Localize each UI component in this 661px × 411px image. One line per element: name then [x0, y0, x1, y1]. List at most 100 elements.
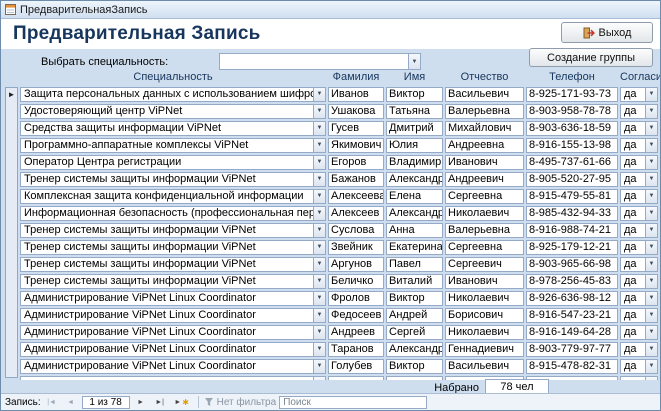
surname-cell[interactable]: Суслова — [328, 223, 384, 238]
surname-cell[interactable]: Голубев — [328, 359, 384, 374]
phone-cell[interactable]: 8-903-779-97-77 — [526, 342, 618, 357]
phone-cell[interactable]: 8-978-256-45-83 — [526, 274, 618, 289]
combo-arrow-icon[interactable]: ▼ — [645, 105, 657, 118]
phone-cell[interactable]: 8-916-547-23-21 — [526, 308, 618, 323]
consent-combo[interactable]: да▼ — [620, 342, 658, 357]
filter-status-button[interactable]: Нет фильтра — [204, 397, 277, 408]
name-cell[interactable]: Татьяна — [386, 104, 443, 119]
phone-cell[interactable]: 8-926-636-98-12 — [526, 291, 618, 306]
patronymic-cell[interactable]: Валерьевна — [445, 104, 524, 119]
surname-cell[interactable]: Аргунов — [328, 257, 384, 272]
phone-cell[interactable]: 8-925-179-12-21 — [526, 240, 618, 255]
combo-arrow-icon[interactable]: ▼ — [313, 275, 325, 288]
phone-cell[interactable]: 8-903-965-66-98 — [526, 257, 618, 272]
consent-combo[interactable]: да▼ — [620, 308, 658, 323]
name-cell[interactable]: Виктор — [386, 87, 443, 102]
name-cell[interactable]: Екатерина — [386, 240, 443, 255]
phone-cell[interactable]: 8-915-479-55-81 — [526, 189, 618, 204]
combo-arrow-icon[interactable]: ▼ — [645, 241, 657, 254]
surname-cell[interactable] — [328, 376, 384, 380]
next-record-button[interactable]: ► — [133, 396, 149, 409]
combo-arrow-icon[interactable]: ▼ — [645, 326, 657, 339]
surname-cell[interactable]: Гусев — [328, 121, 384, 136]
patronymic-cell[interactable]: Васильевич — [445, 359, 524, 374]
consent-combo[interactable]: ▼ — [620, 376, 658, 380]
patronymic-cell[interactable]: Николаевич — [445, 206, 524, 221]
combo-arrow-icon[interactable]: ▼ — [645, 360, 657, 373]
combo-arrow-icon[interactable]: ▼ — [645, 122, 657, 135]
surname-cell[interactable]: Якимович — [328, 138, 384, 153]
name-cell[interactable]: Анна — [386, 223, 443, 238]
combo-arrow-icon[interactable]: ▼ — [313, 122, 325, 135]
specialty-filter-combo[interactable]: ▼ — [219, 53, 421, 70]
name-cell[interactable]: Виталий — [386, 274, 443, 289]
create-group-button[interactable]: Создание группы — [529, 48, 653, 67]
combo-arrow-icon[interactable]: ▼ — [313, 105, 325, 118]
combo-arrow-icon[interactable]: ▼ — [313, 309, 325, 322]
consent-combo[interactable]: да▼ — [620, 155, 658, 170]
specialty-combo[interactable]: Тренер системы защиты информации ViPNet▼ — [20, 240, 326, 255]
name-cell[interactable]: Александр — [386, 172, 443, 187]
consent-combo[interactable]: да▼ — [620, 359, 658, 374]
specialty-combo[interactable]: Администрирование ViPNet Linux Coordinat… — [20, 359, 326, 374]
phone-cell[interactable]: 8-916-155-13-98 — [526, 138, 618, 153]
combo-arrow-icon[interactable]: ▼ — [313, 241, 325, 254]
consent-combo[interactable]: да▼ — [620, 325, 658, 340]
combo-arrow-icon[interactable]: ▼ — [645, 258, 657, 271]
record-position-box[interactable]: 1 из 78 — [82, 396, 130, 409]
surname-cell[interactable]: Бажанов — [328, 172, 384, 187]
phone-cell[interactable]: 8-916-988-74-21 — [526, 223, 618, 238]
phone-cell[interactable]: 8-903-958-78-78 — [526, 104, 618, 119]
patronymic-cell[interactable]: Иванович — [445, 274, 524, 289]
consent-combo[interactable]: да▼ — [620, 206, 658, 221]
name-cell[interactable]: Александр — [386, 206, 443, 221]
consent-combo[interactable]: да▼ — [620, 121, 658, 136]
phone-cell[interactable]: 8-925-171-93-73 — [526, 87, 618, 102]
patronymic-cell[interactable]: Борисович — [445, 308, 524, 323]
surname-cell[interactable]: Алексеев — [328, 206, 384, 221]
name-cell[interactable]: Юлия — [386, 138, 443, 153]
consent-combo[interactable]: да▼ — [620, 240, 658, 255]
phone-cell[interactable]: 8-985-432-94-33 — [526, 206, 618, 221]
consent-combo[interactable]: да▼ — [620, 172, 658, 187]
specialty-combo[interactable]: Оператор Центра регистрации▼ — [20, 155, 326, 170]
consent-combo[interactable]: да▼ — [620, 291, 658, 306]
surname-cell[interactable]: Егоров — [328, 155, 384, 170]
patronymic-cell[interactable]: Андреевич — [445, 172, 524, 187]
surname-cell[interactable]: Беличко — [328, 274, 384, 289]
combo-arrow-icon[interactable]: ▼ — [645, 275, 657, 288]
combo-arrow-icon[interactable]: ▼ — [645, 377, 657, 380]
phone-cell[interactable]: 8-495-737-61-66 — [526, 155, 618, 170]
surname-cell[interactable]: Фролов — [328, 291, 384, 306]
consent-combo[interactable]: да▼ — [620, 138, 658, 153]
specialty-combo[interactable]: Удостоверяющий центр ViPNet▼ — [20, 104, 326, 119]
specialty-combo[interactable]: Защита персональных данных с использован… — [20, 87, 326, 102]
name-cell[interactable]: Елена — [386, 189, 443, 204]
specialty-combo[interactable]: Тренер системы защиты информации ViPNet▼ — [20, 257, 326, 272]
combo-arrow-icon[interactable]: ▼ — [313, 343, 325, 356]
specialty-combo[interactable]: Тренер системы защиты информации ViPNet▼ — [20, 172, 326, 187]
patronymic-cell[interactable]: Сергеевна — [445, 189, 524, 204]
specialty-combo[interactable]: Администрирование ViPNet Linux Coordinat… — [20, 325, 326, 340]
surname-cell[interactable]: Таранов — [328, 342, 384, 357]
phone-cell[interactable]: 8-903-636-18-59 — [526, 121, 618, 136]
first-record-button[interactable]: |◄ — [44, 396, 60, 409]
name-cell[interactable]: Сергей — [386, 325, 443, 340]
patronymic-cell[interactable]: Васильевич — [445, 87, 524, 102]
consent-combo[interactable]: да▼ — [620, 104, 658, 119]
combo-arrow-icon[interactable]: ▼ — [313, 190, 325, 203]
consent-combo[interactable]: да▼ — [620, 189, 658, 204]
name-cell[interactable] — [386, 376, 443, 380]
combo-arrow-icon[interactable]: ▼ — [645, 190, 657, 203]
name-cell[interactable]: Виктор — [386, 359, 443, 374]
surname-cell[interactable]: Ушакова — [328, 104, 384, 119]
patronymic-cell[interactable]: Валерьевна — [445, 223, 524, 238]
combo-arrow-icon[interactable]: ▼ — [408, 54, 420, 69]
surname-cell[interactable]: Звейник — [328, 240, 384, 255]
patronymic-cell[interactable]: Сергеевна — [445, 240, 524, 255]
combo-arrow-icon[interactable]: ▼ — [645, 343, 657, 356]
combo-arrow-icon[interactable]: ▼ — [313, 156, 325, 169]
specialty-combo[interactable]: Тренер системы защиты информации ViPNet▼ — [20, 274, 326, 289]
combo-arrow-icon[interactable]: ▼ — [313, 258, 325, 271]
search-input[interactable] — [279, 396, 427, 409]
